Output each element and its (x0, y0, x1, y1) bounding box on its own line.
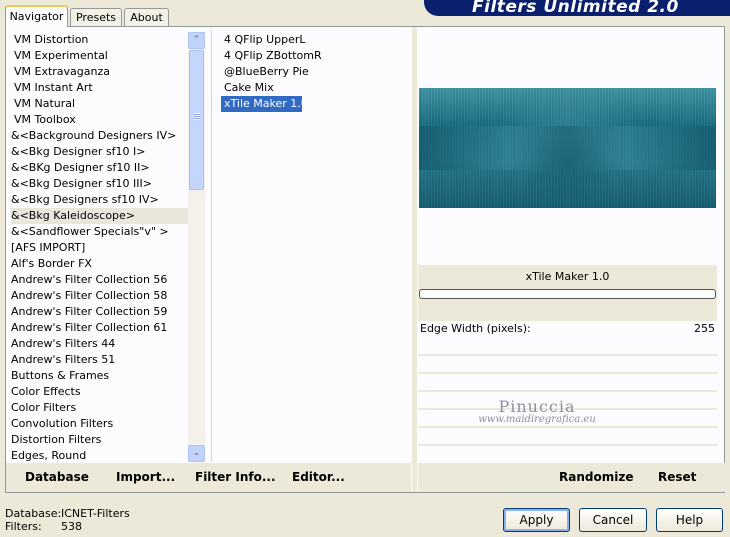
filter-info-button[interactable]: Filter Info... (195, 470, 276, 484)
category-item[interactable]: VM Instant Art (11, 80, 188, 96)
tab-navigator[interactable]: Navigator (5, 5, 68, 27)
filter-item[interactable]: @BlueBerry Pie (221, 64, 407, 80)
category-item[interactable]: VM Distortion (11, 32, 188, 48)
panel-divider (412, 27, 417, 492)
filter-item[interactable]: Cake Mix (221, 80, 407, 96)
filters-count-value: 538 (61, 520, 82, 533)
randomize-button[interactable]: Randomize (559, 470, 633, 484)
category-item[interactable]: &<Bkg Designer sf10 I> (11, 144, 188, 160)
category-item[interactable]: &<Bkg Kaleidoscope> (11, 208, 188, 224)
category-item[interactable]: Andrew's Filter Collection 56 (11, 272, 188, 288)
chevron-down-icon: ⌄ (192, 448, 201, 458)
param-label: Edge Width (pixels): (420, 322, 531, 335)
param-value: 255 (694, 322, 715, 335)
help-button[interactable]: Help (656, 508, 723, 532)
category-item[interactable]: Color Effects (11, 384, 188, 400)
scroll-thumb[interactable] (189, 50, 204, 190)
category-item[interactable]: VM Toolbox (11, 112, 188, 128)
tab-about[interactable]: About (124, 8, 169, 27)
category-item[interactable]: &<BKg Designer sf10 II> (11, 160, 188, 176)
cancel-button[interactable]: Cancel (579, 508, 647, 532)
category-item[interactable]: Andrew's Filter Collection 58 (11, 288, 188, 304)
category-scrollbar[interactable]: ⌃ ⌄ (188, 32, 205, 462)
category-item[interactable]: &<Sandflower Specials"v" > (11, 224, 188, 240)
category-item[interactable]: VM Experimental (11, 48, 188, 64)
filter-item[interactable]: xTile Maker 1.0 (221, 96, 308, 112)
database-value: ICNET-Filters (61, 507, 130, 520)
chevron-up-icon: ⌃ (192, 35, 201, 45)
category-item[interactable]: Alf's Border FX (11, 256, 188, 272)
category-item[interactable]: &<Bkg Designer sf10 III> (11, 176, 188, 192)
category-item[interactable]: &<Bkg Designers sf10 IV> (11, 192, 188, 208)
category-item[interactable]: VM Natural (11, 96, 188, 112)
category-item[interactable]: Buttons & Frames (11, 368, 188, 384)
filters-count-label: Filters: (5, 520, 42, 533)
watermark: Pinuccia www.maidiregrafica.eu (478, 397, 596, 425)
progress-bar (419, 289, 716, 299)
database-label: Database: (5, 507, 62, 520)
scroll-down-button[interactable]: ⌄ (188, 445, 205, 462)
database-button[interactable]: Database (25, 470, 89, 484)
filter-item[interactable]: 4 QFlip UpperL (221, 32, 407, 48)
category-list[interactable]: VM Distortion VM Experimental VM Extravaga… (11, 32, 188, 462)
category-item[interactable]: VM Extravaganza (11, 64, 188, 80)
category-item[interactable]: Andrew's Filter Collection 61 (11, 320, 188, 336)
import-button[interactable]: Import... (116, 470, 175, 484)
scroll-up-button[interactable]: ⌃ (188, 32, 205, 49)
grip-icon (194, 113, 200, 120)
tab-presets[interactable]: Presets (70, 8, 122, 27)
category-item[interactable]: Andrew's Filter Collection 59 (11, 304, 188, 320)
filter-preview-image (419, 88, 716, 208)
param-row-edge-width[interactable]: Edge Width (pixels): 255 (418, 321, 717, 338)
status-area: Database:ICNET-Filters Filters: 538 (5, 507, 130, 533)
list-divider (211, 30, 212, 462)
app-title: Filters Unlimited 2.0 (472, 0, 679, 16)
category-item[interactable]: Distortion Filters (11, 432, 188, 448)
apply-button[interactable]: Apply (503, 508, 570, 532)
category-item[interactable]: Edges, Round (11, 448, 188, 462)
category-item[interactable]: [AFS IMPORT] (11, 240, 188, 256)
selected-filter-name: xTile Maker 1.0 (525, 270, 610, 283)
category-item[interactable]: &<Background Designers IV> (11, 128, 188, 144)
filter-list[interactable]: 4 QFlip UpperL 4 QFlip ZBottomR @BlueBerry… (221, 32, 407, 112)
category-item[interactable]: Color Filters (11, 400, 188, 416)
category-item[interactable]: Andrew's Filters 44 (11, 336, 188, 352)
category-item[interactable]: Andrew's Filters 51 (11, 352, 188, 368)
title-banner: Filters Unlimited 2.0 (424, 0, 730, 16)
filter-name-bar: xTile Maker 1.0 (418, 265, 717, 321)
reset-button[interactable]: Reset (658, 470, 696, 484)
editor-button[interactable]: Editor... (292, 470, 345, 484)
filter-item[interactable]: 4 QFlip ZBottomR (221, 48, 407, 64)
category-item[interactable]: Convolution Filters (11, 416, 188, 432)
